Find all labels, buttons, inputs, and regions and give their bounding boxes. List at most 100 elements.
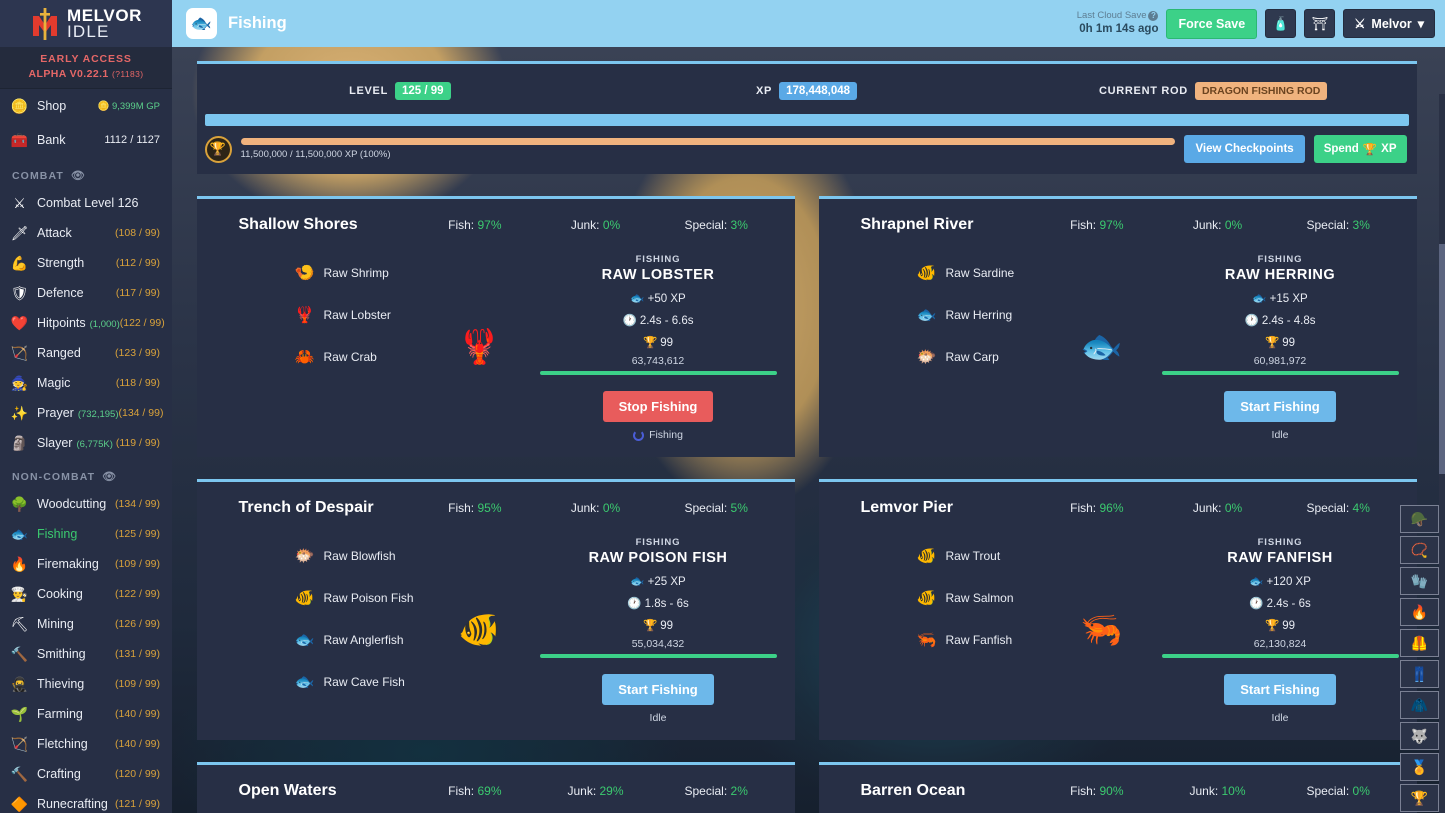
sidebar-item-ranged[interactable]: 🏹 Ranged (123 / 99) xyxy=(0,338,172,368)
cloud-save-time: 0h 1m 14s ago xyxy=(1079,23,1159,36)
sidebar-item-bank[interactable]: 🧰 Bank 1112 / 1127 xyxy=(0,123,172,157)
crossed-swords-icon: ⚔ xyxy=(1354,17,1366,31)
fish-list: 🍤 Raw Shrimp 🦞 Raw Lobster 🦀 Raw Crab xyxy=(215,252,420,441)
helmet-slot[interactable]: 🪖 xyxy=(1400,505,1439,533)
gloves-slot[interactable]: 🧤 xyxy=(1400,567,1439,595)
fish-list-item[interactable]: 🐟 Raw Anglerfish xyxy=(295,619,420,661)
platelegs-slot[interactable]: 👖 xyxy=(1400,660,1439,688)
sidebar-item-attack[interactable]: 🗡 Attack (108 / 99) xyxy=(0,218,172,248)
start-fishing-button[interactable]: Start Fishing xyxy=(1224,391,1336,422)
sidebar-item-defence[interactable]: 🛡 Defence (117 / 99) xyxy=(0,278,172,308)
mastery-pool-block: 11,500,000 / 11,500,000 XP (100%) xyxy=(240,138,1176,160)
skill-label: Ranged xyxy=(37,346,81,360)
sidebar-item-prayer[interactable]: ✨ Prayer (732,195) (134 / 99) xyxy=(0,398,172,428)
topbar-actions: Last Cloud Save? 0h 1m 14s ago Force Sav… xyxy=(1077,8,1435,39)
area-name: Lemvor Pier xyxy=(860,499,953,516)
mastery-column: FISHING RAW FANFISH 🐟 +120 XP 🕐 2.4s - 6s 🏆 99 6… xyxy=(1161,535,1399,724)
fish-list-item[interactable]: 🦀 Raw Crab xyxy=(295,336,420,378)
trophy-icon: 🏆 xyxy=(642,620,658,632)
rod-key: CURRENT ROD xyxy=(1098,85,1188,97)
active-fish-preview: 🐟 xyxy=(1042,252,1162,441)
spend-label-post: XP xyxy=(1381,143,1397,155)
sidebar-item-smithing[interactable]: 🔨 Smithing (131 / 99) xyxy=(0,639,172,669)
stat-value: 95% xyxy=(477,501,502,515)
fish-list-item[interactable]: 🐡 Raw Carp xyxy=(917,336,1042,378)
shrine-icon[interactable]: ⛩ xyxy=(1304,9,1336,38)
fish-list-item[interactable]: 🐡 Raw Blowfish xyxy=(295,535,420,577)
medal-slot[interactable]: 🏅 xyxy=(1400,753,1439,781)
content-scroll-region[interactable]: LEVEL 125 / 99 XP 178,448,048 CURRENT RO… xyxy=(172,47,1445,813)
skill-sublabel: (1,000) xyxy=(89,319,120,330)
mastery-level-value: 99 xyxy=(660,620,674,632)
fish-list-item[interactable]: 🐟 Raw Herring xyxy=(917,294,1042,336)
view-checkpoints-button[interactable]: View Checkpoints xyxy=(1184,135,1305,163)
pet-slot[interactable]: 🐺 xyxy=(1400,722,1439,750)
skill-level: (122 / 99) xyxy=(119,317,165,329)
sidebar-item-mining[interactable]: ⛏ Mining (126 / 99) xyxy=(0,609,172,639)
trophy-slot[interactable]: 🏆 xyxy=(1400,784,1439,812)
fish-list-item[interactable]: 🍤 Raw Shrimp xyxy=(295,252,420,294)
fish-list-item[interactable]: 🐠 Raw Sardine xyxy=(917,252,1042,294)
spend-mastery-xp-button[interactable]: Spend 🏆 XP xyxy=(1313,135,1407,163)
weapon-slot[interactable]: 🔥 xyxy=(1400,598,1439,626)
sidebar-item-strength[interactable]: 💪 Strength (112 / 99) xyxy=(0,248,172,278)
combat-section-header: COMBAT 👁 xyxy=(0,157,172,188)
scrollbar-thumb[interactable] xyxy=(1439,244,1445,474)
skill-level: (134 / 99) xyxy=(118,407,164,419)
potion-icon[interactable]: 🧴 xyxy=(1265,9,1297,38)
sidebar-item-combat-level-126[interactable]: ⚔ Combat Level 126 xyxy=(0,188,172,218)
version-number: ALPHA V0.22.1 xyxy=(28,68,109,80)
mastery-xp-line: 🐟 +120 XP xyxy=(1162,574,1399,588)
fish-list-item[interactable]: 🐠 Raw Trout xyxy=(917,535,1042,577)
sidebar-item-magic[interactable]: 🧙 Magic (118 / 99) xyxy=(0,368,172,398)
sidebar-item-runecrafting[interactable]: 🔶 Runecrafting (121 / 99) xyxy=(0,789,172,813)
brand-logo-block[interactable]: MELVOR IDLE xyxy=(0,0,172,47)
shop-label: Shop xyxy=(37,99,67,113)
sidebar-item-crafting[interactable]: 🔨 Crafting (120 / 99) xyxy=(0,759,172,789)
force-save-button[interactable]: Force Save xyxy=(1166,8,1258,39)
sidebar-item-woodcutting[interactable]: 🌳 Woodcutting (134 / 99) xyxy=(0,489,172,519)
platebody-slot[interactable]: 🦺 xyxy=(1400,629,1439,657)
eye-icon[interactable]: 👁 xyxy=(102,470,117,483)
cave-fish-icon: 🐟 xyxy=(294,674,315,691)
fish-list-item[interactable]: 🐠 Raw Poison Fish xyxy=(295,577,420,619)
stat-value: 90% xyxy=(1099,784,1124,798)
active-fish-preview: 🦐 xyxy=(1042,535,1162,724)
stat-key: Junk: xyxy=(567,784,600,798)
sidebar-item-slayer[interactable]: 🗿 Slayer (6,775K) (119 / 99) xyxy=(0,428,172,458)
sidebar-item-cooking[interactable]: 👨‍🍳 Cooking (122 / 99) xyxy=(0,579,172,609)
brand-line2: IDLE xyxy=(66,21,110,41)
trophy-icon: 🏆 xyxy=(1264,620,1280,632)
skill-label: Defence xyxy=(37,286,84,300)
fire-icon: 🔥 xyxy=(10,555,29,572)
eye-icon[interactable]: 👁 xyxy=(71,169,86,182)
sidebar-item-fletching[interactable]: 🏹 Fletching (140 / 99) xyxy=(0,729,172,759)
cape-slot[interactable]: 🧥 xyxy=(1400,691,1439,719)
fish-list-item[interactable]: 🦞 Raw Lobster xyxy=(295,294,420,336)
sidebar-item-firemaking[interactable]: 🔥 Firemaking (109 / 99) xyxy=(0,549,172,579)
cloud-save-info: Last Cloud Save? 0h 1m 14s ago xyxy=(1077,10,1159,36)
version-block: EARLY ACCESS ALPHA V0.22.1 (?1183) xyxy=(0,47,172,89)
sidebar-item-farming[interactable]: 🌱 Farming (140 / 99) xyxy=(0,699,172,729)
amulet-slot[interactable]: 📿 xyxy=(1400,536,1439,564)
start-fishing-button[interactable]: Start Fishing xyxy=(602,674,714,705)
fish-name: Raw Fanfish xyxy=(945,633,1013,647)
fish-list-item[interactable]: 🐠 Raw Salmon xyxy=(917,577,1042,619)
content-scrollbar[interactable] xyxy=(1439,94,1445,813)
sidebar-item-fishing[interactable]: 🐟 Fishing (125 / 99) xyxy=(0,519,172,549)
sidebar-item-shop[interactable]: 🪙 Shop 🪙 9,399M GP xyxy=(0,89,172,123)
stop-fishing-button[interactable]: Stop Fishing xyxy=(602,391,714,422)
skill-label: Attack xyxy=(37,226,72,240)
sidebar-item-hitpoints[interactable]: ❤️ Hitpoints (1,000) (122 / 99) xyxy=(0,308,172,338)
fish-list-item[interactable]: 🦐 Raw Fanfish xyxy=(917,619,1042,661)
start-fishing-button[interactable]: Start Fishing xyxy=(1224,674,1336,705)
stat-key: Special: xyxy=(684,784,731,798)
stat-key: Fish: xyxy=(1070,218,1100,232)
help-icon[interactable]: ? xyxy=(1148,11,1159,22)
interval-value: 2.4s - 4.8s xyxy=(1261,315,1316,327)
chevron-down-icon: ▾ xyxy=(1417,17,1424,31)
fish-list-item[interactable]: 🐟 Raw Cave Fish xyxy=(295,661,420,703)
sidebar-item-thieving[interactable]: 🥷 Thieving (109 / 99) xyxy=(0,669,172,699)
user-menu-button[interactable]: ⚔ Melvor ▾ xyxy=(1343,9,1435,38)
trophy-icon: 🏆 xyxy=(642,337,658,349)
